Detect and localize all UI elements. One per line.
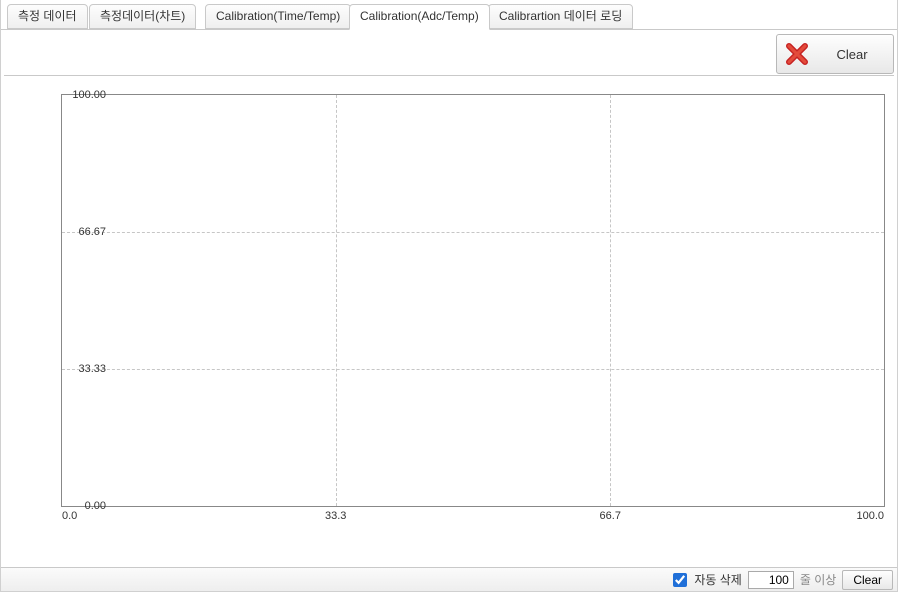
line-threshold-suffix: 줄 이상: [800, 571, 836, 588]
auto-delete-checkbox[interactable]: [673, 573, 687, 587]
chart-xtick-label: 33.3: [325, 510, 346, 522]
tab-label: Calibration(Adc/Temp): [360, 9, 479, 23]
chart-xtick-label: 100.0: [856, 510, 884, 522]
chart-clear-button[interactable]: Clear: [776, 34, 894, 74]
chart-gridline-horizontal: [62, 369, 884, 370]
chart-gridline-vertical: [610, 95, 611, 506]
chart-ytick-label: 33.33: [62, 363, 106, 375]
chart-clear-button-label: Clear: [823, 47, 893, 62]
chart-ytick-label: 0.00: [62, 500, 106, 512]
tab-measure-chart[interactable]: 측정데이터(차트): [89, 4, 196, 29]
tab-calibration-data-loading[interactable]: Calibrartion 데이터 로딩: [488, 4, 633, 29]
tab-label: 측정 데이터: [18, 9, 77, 23]
app-window: 측정 데이터 측정데이터(차트) Calibration(Time/Temp) …: [0, 0, 898, 592]
chart-ytick-label: 100.00: [62, 89, 106, 101]
chart-ytick-label: 66.67: [62, 226, 106, 238]
auto-delete-label: 자동 삭제: [694, 571, 742, 588]
log-clear-button-label: Clear: [853, 573, 882, 587]
tab-strip: 측정 데이터 측정데이터(차트) Calibration(Time/Temp) …: [1, 0, 897, 32]
chart-toolbar: Clear: [4, 34, 894, 76]
chart-gridline-horizontal: [62, 232, 884, 233]
chart-area: 0.033.366.7100.00.0033.3366.67100.00: [5, 86, 893, 537]
auto-delete-checkbox-wrapper[interactable]: 자동 삭제: [669, 570, 742, 590]
chart-xtick-label: 66.7: [600, 510, 621, 522]
tab-label: Calibrartion 데이터 로딩: [499, 9, 622, 23]
line-threshold-input[interactable]: [748, 571, 794, 589]
tab-calibration-adc-temp[interactable]: Calibration(Adc/Temp): [349, 4, 490, 30]
chart-gridline-vertical: [336, 95, 337, 506]
log-clear-button[interactable]: Clear: [842, 570, 893, 590]
close-icon: [785, 42, 809, 66]
tab-label: Calibration(Time/Temp): [216, 9, 340, 23]
tab-label: 측정데이터(차트): [100, 9, 185, 23]
tab-calibration-time-temp[interactable]: Calibration(Time/Temp): [205, 4, 351, 29]
tab-measure-data[interactable]: 측정 데이터: [7, 4, 88, 29]
chart-plot[interactable]: 0.033.366.7100.00.0033.3366.67100.00: [61, 94, 885, 507]
log-status-bar: 자동 삭제 줄 이상 Clear: [1, 567, 897, 591]
